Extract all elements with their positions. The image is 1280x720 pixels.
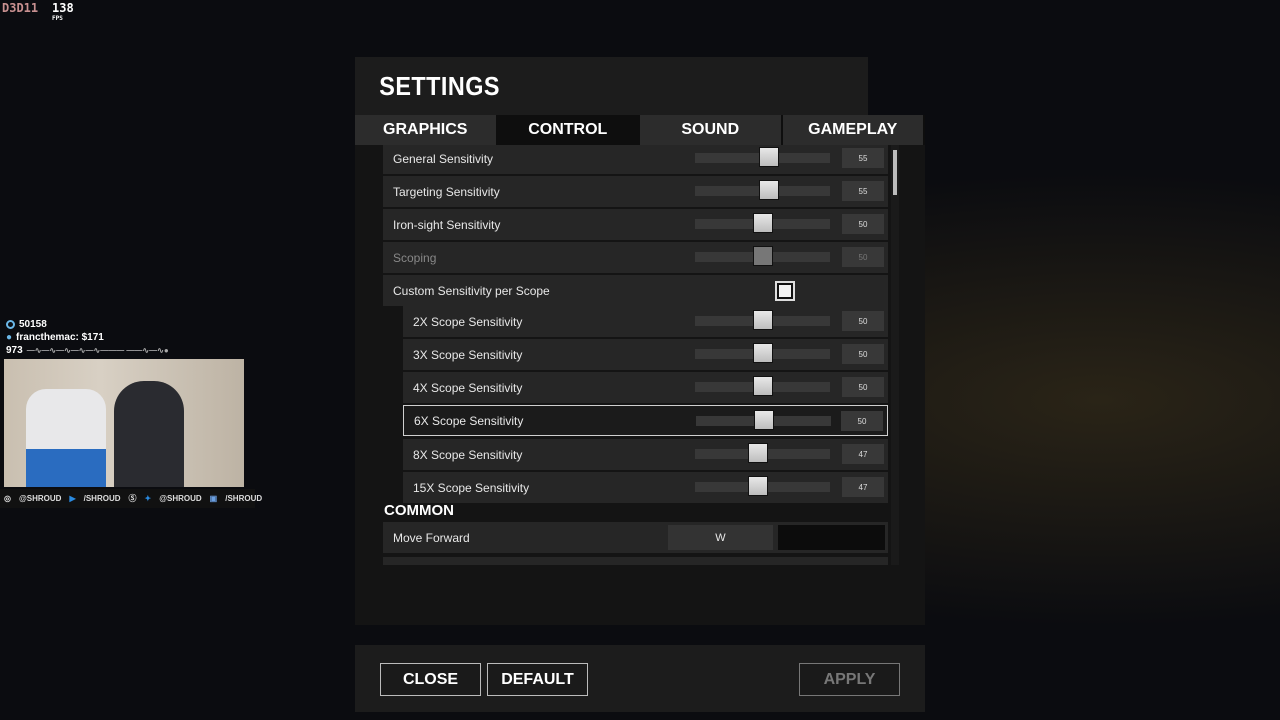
keybind-row-move-forward: Move Forward W (383, 522, 888, 553)
value-field[interactable]: 50 (842, 247, 884, 267)
next-row-partial (383, 557, 888, 565)
setting-row: Iron-sight Sensitivity 50 (383, 209, 888, 240)
tab-control[interactable]: CONTROL (497, 115, 638, 145)
setting-label: Iron-sight Sensitivity (393, 217, 501, 232)
setting-row: Targeting Sensitivity 55 (383, 176, 888, 207)
value-field[interactable]: 50 (841, 411, 883, 431)
renderer-label: D3D11 (2, 1, 39, 15)
sensitivity-slider[interactable] (695, 376, 830, 396)
setting-row: General Sensitivity 55 (383, 145, 888, 174)
slider-thumb[interactable] (753, 410, 774, 430)
sensitivity-slider[interactable] (695, 246, 830, 266)
viewer-graph: —∿—∿—∿—∿—∿——— ——∿—∿● (26, 346, 169, 355)
setting-row: 8X Scope Sensitivity 47 (403, 439, 888, 470)
value-field[interactable]: 55 (842, 148, 884, 168)
value-field[interactable]: 47 (842, 444, 884, 464)
slider-thumb[interactable] (752, 376, 773, 396)
instagram-icon: ◎ (4, 494, 11, 503)
slider-thumb[interactable] (752, 213, 773, 233)
primary-key-button[interactable]: W (668, 525, 773, 550)
sensitivity-slider[interactable] (695, 180, 830, 200)
setting-row: 3X Scope Sensitivity 50 (403, 339, 888, 370)
section-header-common: COMMON (384, 502, 454, 519)
sensitivity-slider[interactable] (695, 147, 830, 167)
sensitivity-slider[interactable] (696, 410, 831, 430)
setting-label: 4X Scope Sensitivity (413, 380, 523, 395)
settings-tabs: GRAPHICS CONTROL SOUND GAMEPLAY (355, 115, 925, 145)
dialog-title: SETTINGS (355, 57, 868, 115)
scrollbar-thumb[interactable] (893, 150, 897, 195)
setting-row: 6X Scope Sensitivity 50 (403, 405, 888, 436)
money-bag-icon: ● (6, 332, 13, 343)
value-field[interactable]: 55 (842, 181, 884, 201)
slider-thumb[interactable] (759, 147, 780, 167)
tab-sound[interactable]: SOUND (640, 115, 781, 145)
setting-label: 6X Scope Sensitivity (414, 413, 524, 428)
setting-label: 3X Scope Sensitivity (413, 347, 523, 362)
slider-thumb[interactable] (748, 476, 769, 496)
tab-gameplay[interactable]: GAMEPLAY (782, 115, 923, 145)
setting-row: Scoping 50 (383, 242, 888, 273)
sensitivity-slider[interactable] (695, 343, 830, 363)
sensitivity-slider[interactable] (695, 213, 830, 233)
slider-thumb[interactable] (752, 343, 773, 363)
scrollbar-track[interactable] (891, 145, 899, 565)
follower-icon (6, 320, 15, 329)
twitch-icon: ▣ (209, 494, 218, 503)
value-field[interactable]: 50 (842, 344, 884, 364)
setting-label: Custom Sensitivity per Scope (393, 283, 550, 298)
custom-scope-checkbox[interactable] (775, 281, 795, 301)
slider-thumb[interactable] (759, 180, 780, 200)
setting-label: 15X Scope Sensitivity (413, 480, 530, 495)
setting-row: 2X Scope Sensitivity 50 (403, 306, 888, 337)
webcam-overlay: 50158 ● francthemac: $171 973 —∿—∿—∿—∿—∿——… (0, 318, 262, 518)
dialog-footer: CLOSE DEFAULT APPLY (355, 645, 925, 712)
setting-label: 8X Scope Sensitivity (413, 447, 523, 462)
twitter-icon: ✦ (144, 494, 152, 503)
value-field[interactable]: 50 (842, 214, 884, 234)
slider-thumb[interactable] (752, 246, 773, 266)
value-field[interactable]: 50 (842, 377, 884, 397)
slider-thumb[interactable] (748, 443, 769, 463)
tab-graphics[interactable]: GRAPHICS (355, 115, 496, 145)
value-field[interactable]: 47 (842, 477, 884, 497)
default-button[interactable]: DEFAULT (487, 663, 588, 696)
secondary-key-button[interactable] (778, 525, 885, 550)
apply-button[interactable]: APPLY (799, 663, 900, 696)
sensitivity-slider[interactable] (695, 310, 830, 330)
setting-label: General Sensitivity (393, 151, 494, 166)
setting-row: 4X Scope Sensitivity 50 (403, 372, 888, 403)
setting-row: Custom Sensitivity per Scope (383, 275, 888, 306)
webcam-video (4, 359, 244, 487)
sensitivity-slider[interactable] (695, 443, 830, 463)
setting-label: Scoping (393, 250, 437, 265)
setting-label: Targeting Sensitivity (393, 184, 500, 199)
setting-row: 15X Scope Sensitivity 47 (403, 472, 888, 503)
logo-icon: Ⓢ (128, 494, 137, 503)
settings-list: COMMON Move Forward W General Sensitivit… (355, 145, 925, 625)
social-bar: ◎ @SHROUD ▶/SHROUD Ⓢ ✦ @SHROUD ▣/SHROUD (0, 489, 262, 508)
youtube-icon: ▶ (69, 494, 76, 503)
value-field[interactable]: 50 (842, 311, 884, 331)
fps-counter: 138 FPS (52, 1, 74, 22)
settings-dialog: SETTINGS GRAPHICS CONTROL SOUND GAMEPLAY… (355, 57, 925, 712)
setting-label: 2X Scope Sensitivity (413, 314, 523, 329)
sensitivity-slider[interactable] (695, 476, 830, 496)
slider-thumb[interactable] (752, 310, 773, 330)
close-button[interactable]: CLOSE (380, 663, 481, 696)
